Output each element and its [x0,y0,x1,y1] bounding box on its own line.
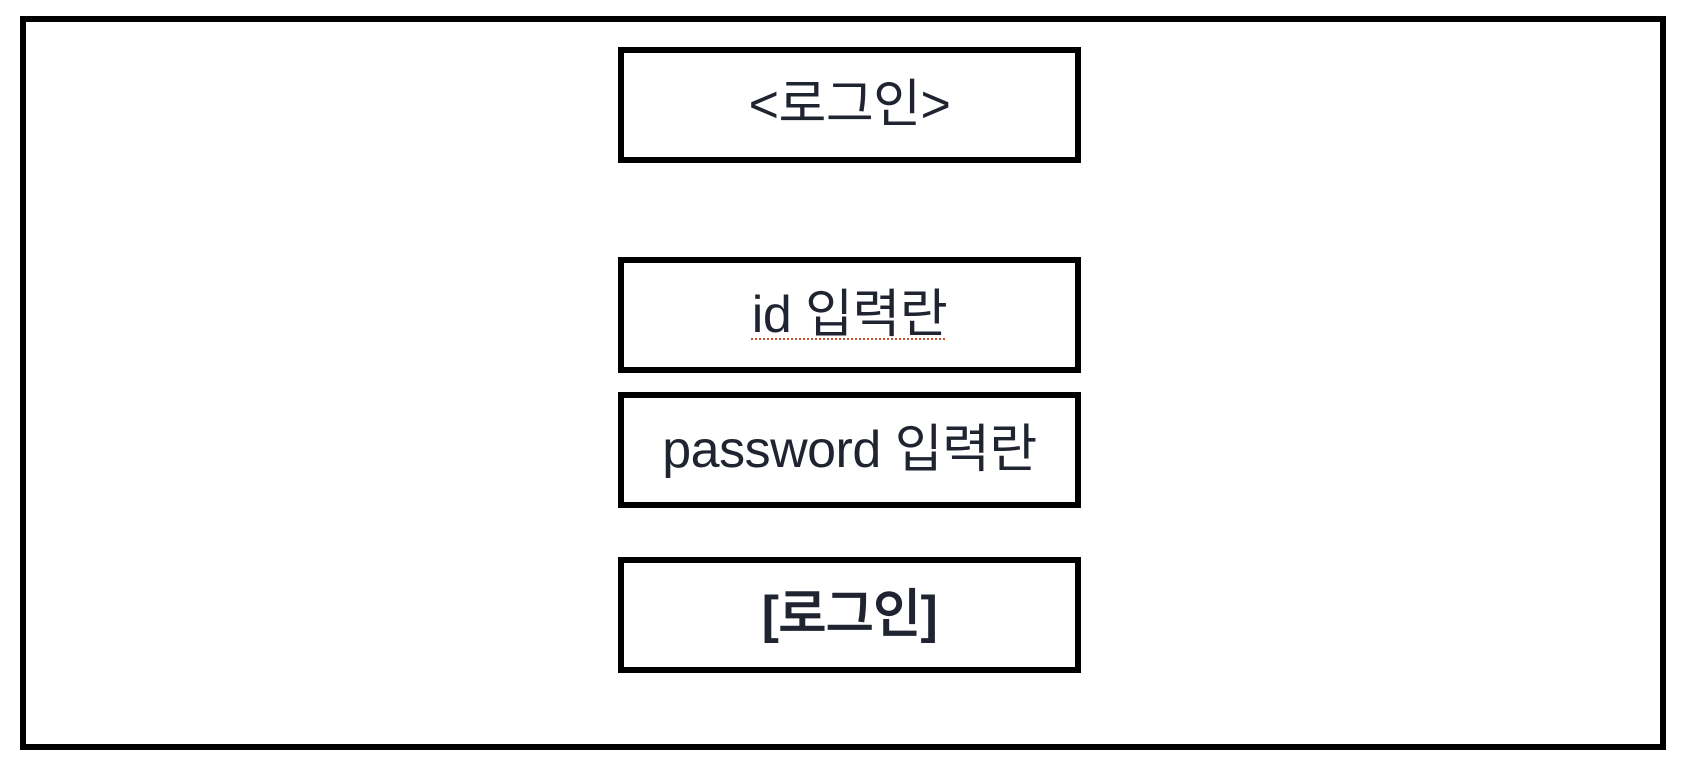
id-input-box[interactable]: id 입력란 [618,257,1081,373]
id-input-label: id 입력란 [751,286,948,344]
page-title: <로그인> [748,76,951,134]
login-button-label: [로그인] [761,586,938,644]
password-input-box[interactable]: password 입력란 [618,392,1081,508]
login-button[interactable]: [로그인] [618,557,1081,673]
password-input-label: password 입력란 [662,421,1037,479]
page-title-box: <로그인> [618,47,1081,163]
